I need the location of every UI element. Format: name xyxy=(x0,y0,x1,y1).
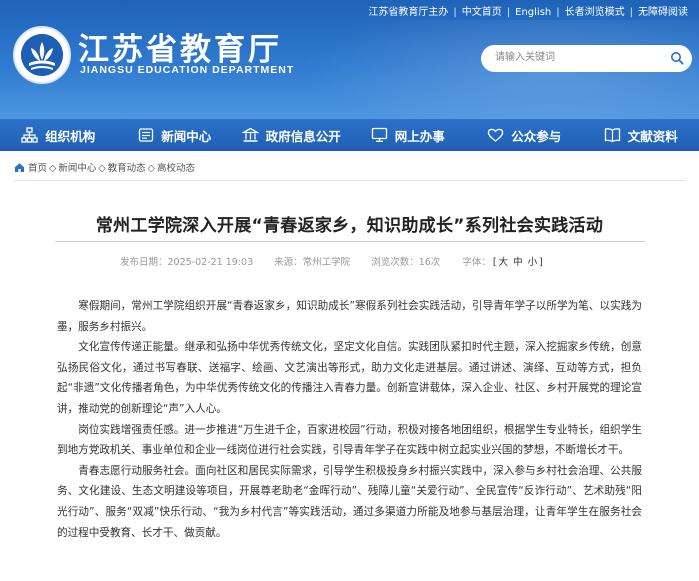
article-paragraph: 文化宣传传递正能量。继承和弘扬中华优秀传统文化，坚定文化自信。实践团队紧扣时代主… xyxy=(57,337,642,419)
top-link-separator: | xyxy=(453,7,456,18)
news-icon xyxy=(138,127,154,143)
article-paragraph: 青春志愿行动服务社会。面向社区和居民实际需求，引导学生积极投身乡村振兴实践中，深… xyxy=(57,461,642,543)
nav-item-label: 网上办事 xyxy=(395,126,445,145)
breadcrumb: 首页◇新闻中心◇教育动态◇高校动态 xyxy=(14,160,197,174)
nav-item-government-info[interactable]: 政府信息公开 xyxy=(233,119,350,151)
logo-emblem-icon xyxy=(21,34,63,76)
font-size-small-button[interactable]: 小 xyxy=(527,257,539,268)
breadcrumb-separator: ◇ xyxy=(49,163,56,174)
publish-date: 发布日期：2025-02-21 19:03 xyxy=(120,257,253,268)
font-size-large-button[interactable]: 大 xyxy=(498,257,510,268)
top-link-accessible-reading[interactable]: 无障碍阅读 xyxy=(633,3,693,18)
title-divider xyxy=(55,241,645,242)
font-size-bracket-close: ] xyxy=(538,257,544,268)
search-icon[interactable] xyxy=(670,51,684,65)
site-header: 江苏省教育厅主办|中文首页|English|长者浏览模式|无障碍阅读 江苏省教育… xyxy=(0,0,699,119)
breadcrumb-home[interactable]: 首页 xyxy=(28,163,47,174)
main-nav: 组织机构 新闻中心 政府信息公开 网上办事 公众参与 xyxy=(0,119,699,151)
site-subtitle-english: JIANGSU EDUCATION DEPARTMENT xyxy=(80,64,294,76)
top-link-separator: | xyxy=(507,7,510,18)
font-size-switcher: 字体：[大 中 小] xyxy=(461,257,544,268)
breadcrumb-separator: ◇ xyxy=(98,163,105,174)
heart-icon xyxy=(487,127,504,143)
top-link-english[interactable]: English xyxy=(510,7,556,18)
article-title: 常州工学院深入开展“青春返家乡，知识助成长”系列社会实践活动 xyxy=(0,211,699,236)
nav-item-label: 政府信息公开 xyxy=(266,126,341,145)
article-body: 寒假期间，常州工学院组织开展“青春返家乡，知识助成长”寒假系列社会实践活动，引导… xyxy=(57,296,642,543)
breadcrumb-separator: ◇ xyxy=(148,163,155,174)
font-size-label: 字体： xyxy=(461,257,492,268)
breadcrumb-news-center[interactable]: 新闻中心 xyxy=(58,163,96,174)
search-box xyxy=(481,45,692,72)
article-paragraph: 岗位实践增强责任感。进一步推进“万生进千企，百家进校园”行动，积极对接各地团组织… xyxy=(57,420,642,461)
nav-item-documents[interactable]: 文献资料 xyxy=(583,119,699,151)
top-link-chinese-home[interactable]: 中文首页 xyxy=(457,3,507,18)
top-link-organizer: 江苏省教育厅主办 xyxy=(363,3,453,18)
top-link-separator: | xyxy=(556,7,559,18)
nav-item-public-participation[interactable]: 公众参与 xyxy=(466,119,583,151)
search-input[interactable] xyxy=(493,51,657,64)
nav-item-online-services[interactable]: 网上办事 xyxy=(350,119,467,151)
article-source: 来源：常州工学院 xyxy=(274,257,350,268)
top-link-elderly-mode[interactable]: 长者浏览模式 xyxy=(560,3,630,18)
top-links-bar: 江苏省教育厅主办|中文首页|English|长者浏览模式|无障碍阅读 xyxy=(363,3,693,18)
nav-item-label: 新闻中心 xyxy=(161,126,211,145)
nav-item-label: 组织机构 xyxy=(45,126,95,145)
site-title: 江苏省教育厅 xyxy=(78,24,282,69)
site-logo[interactable] xyxy=(13,26,71,84)
government-building-icon xyxy=(242,127,259,143)
nav-item-organization[interactable]: 组织机构 xyxy=(0,119,117,151)
font-size-bracket-open: [ xyxy=(492,257,498,268)
home-icon xyxy=(14,162,25,173)
article-paragraph: 寒假期间，常州工学院组织开展“青春返家乡，知识助成长”寒假系列社会实践活动，引导… xyxy=(57,296,642,337)
nav-item-label: 文献资料 xyxy=(628,126,678,145)
org-chart-icon xyxy=(21,127,38,143)
book-icon xyxy=(604,127,621,143)
top-link-separator: | xyxy=(630,7,633,18)
article-meta: 发布日期：2025-02-21 19:03 来源：常州工学院 浏览次数：16次 … xyxy=(120,254,544,268)
view-count: 浏览次数：16次 xyxy=(371,257,440,268)
nav-item-label: 公众参与 xyxy=(511,126,561,145)
nav-item-news-center[interactable]: 新闻中心 xyxy=(117,119,234,151)
monitor-icon xyxy=(371,127,388,143)
breadcrumb-education-news[interactable]: 教育动态 xyxy=(108,163,146,174)
font-size-medium-button[interactable]: 中 xyxy=(512,257,524,268)
breadcrumb-university-news[interactable]: 高校动态 xyxy=(157,163,195,174)
